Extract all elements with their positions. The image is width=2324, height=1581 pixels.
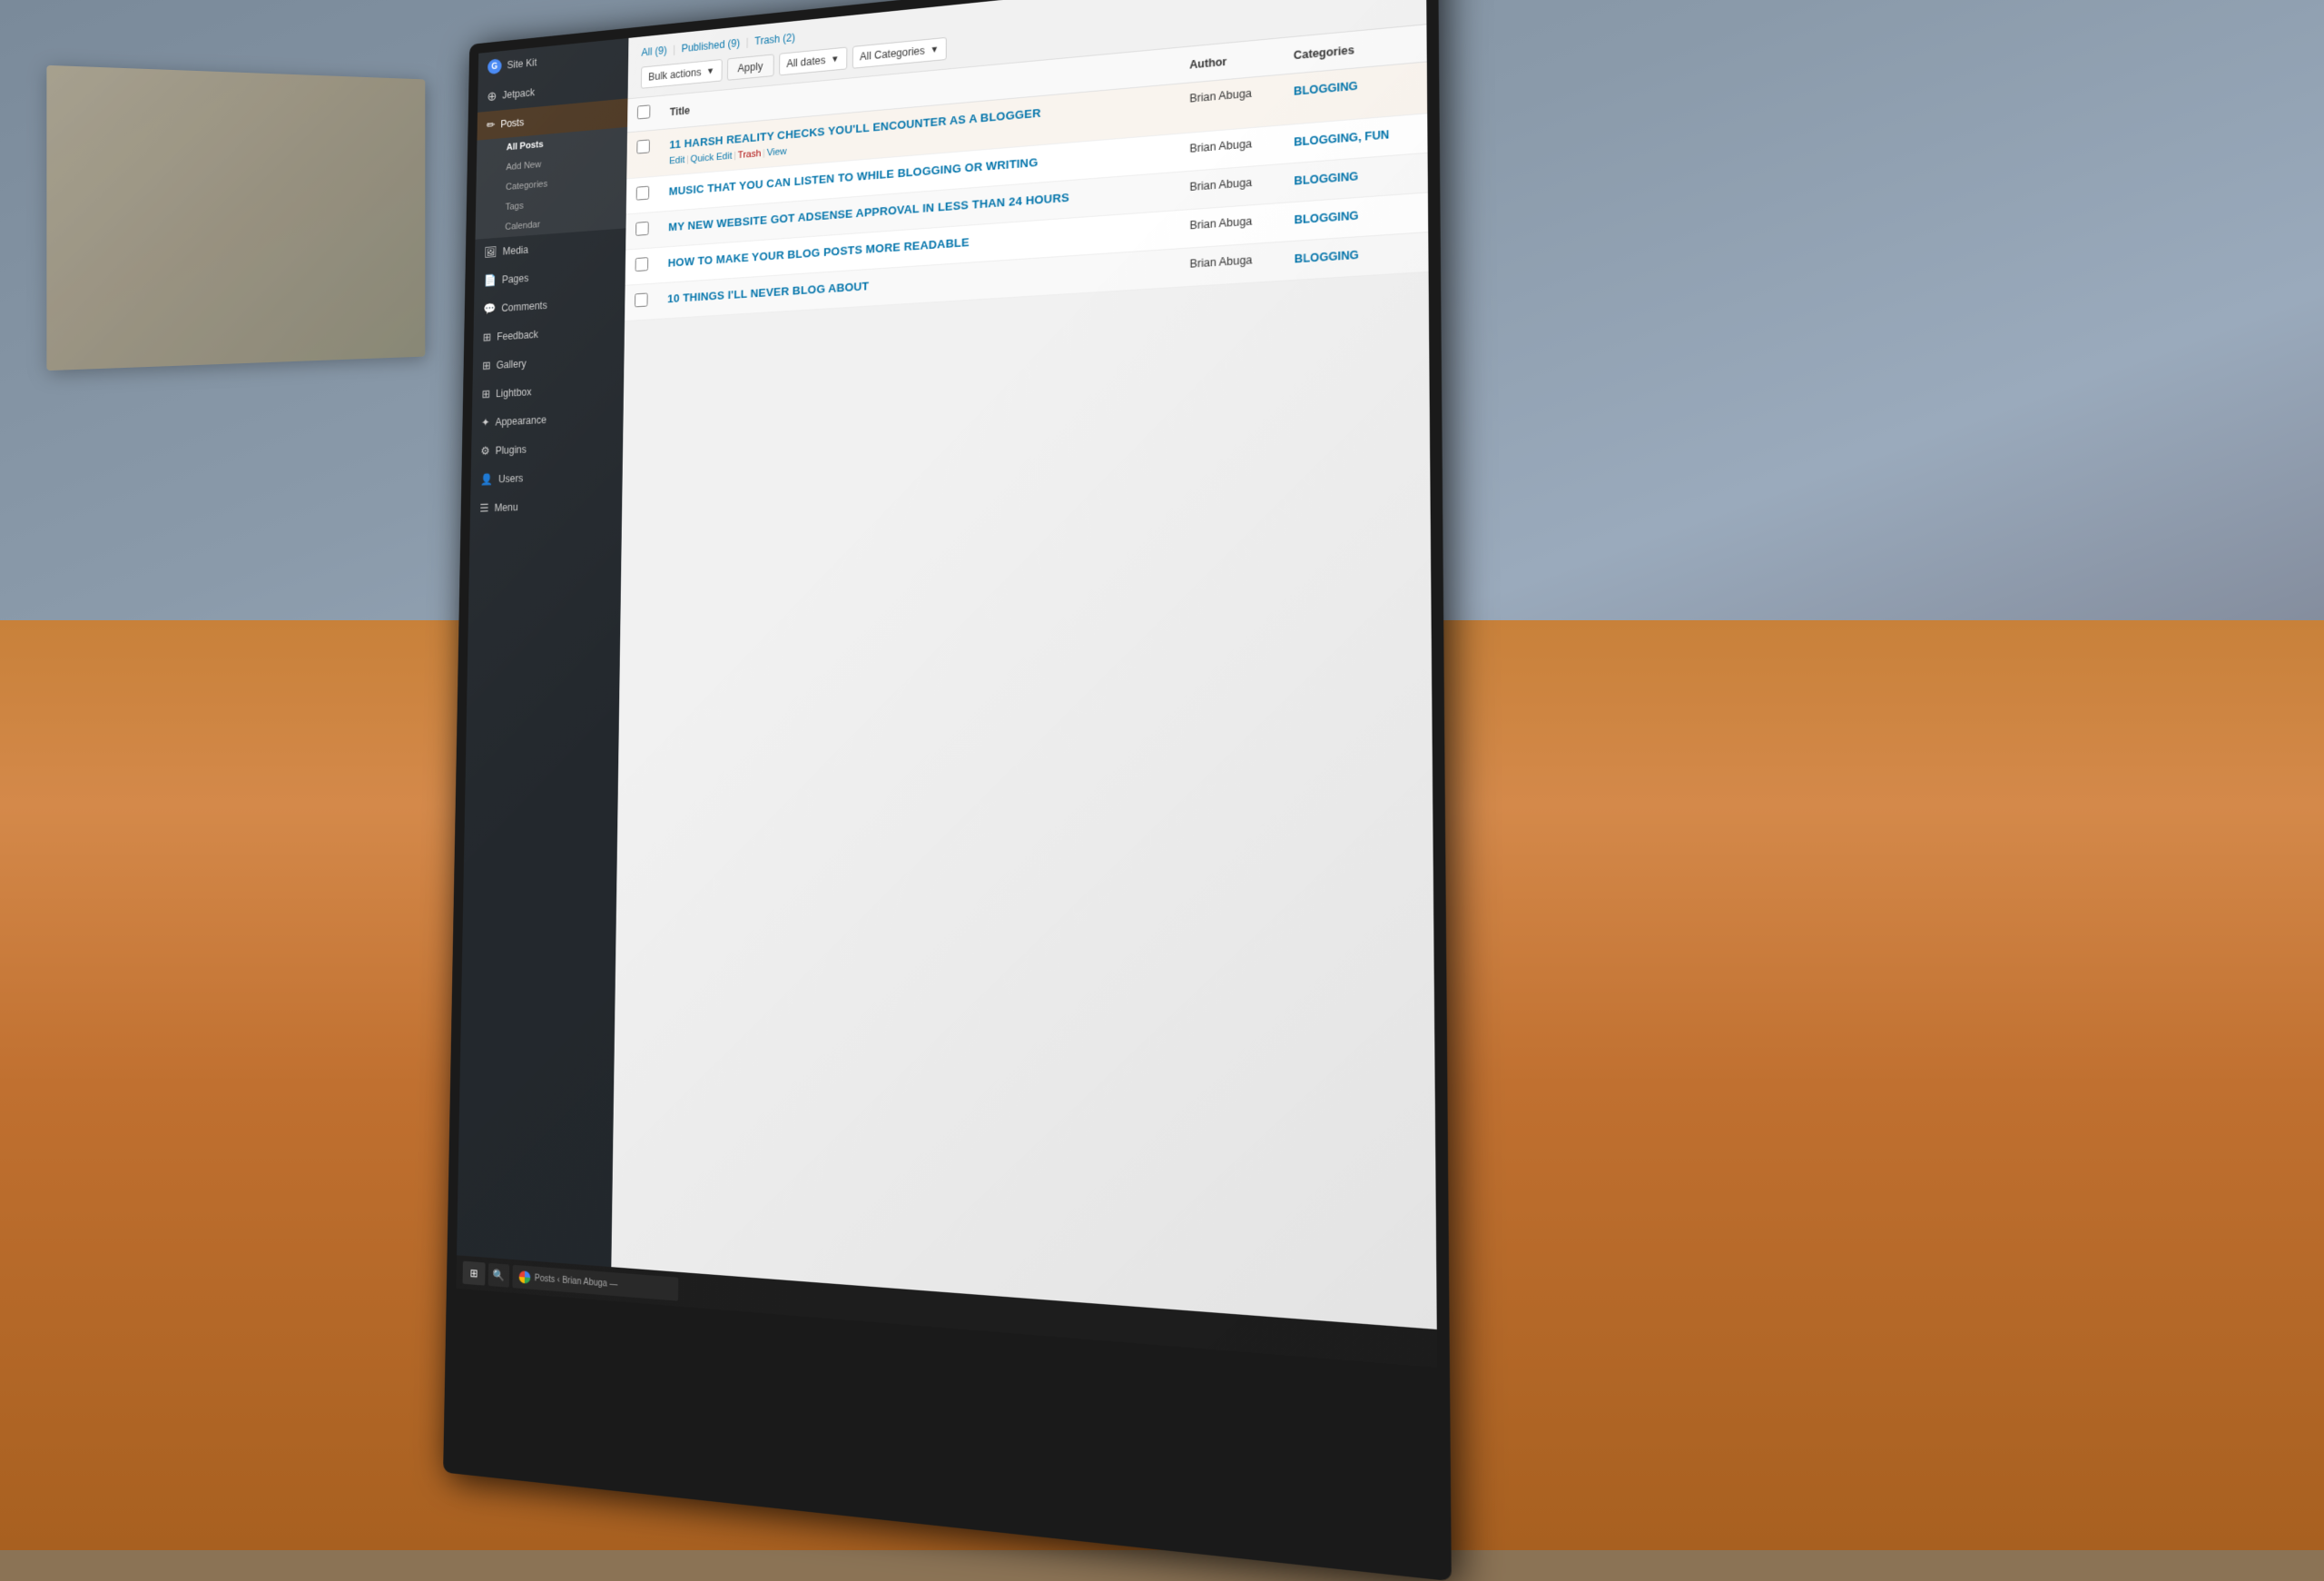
feedback-icon: ⊞ bbox=[483, 331, 492, 344]
all-posts-filter-link[interactable]: All (9) bbox=[641, 44, 669, 58]
comments-icon: 💬 bbox=[483, 301, 496, 316]
pages-icon: 📄 bbox=[484, 273, 497, 288]
sidebar-item-label: Comments bbox=[501, 300, 547, 314]
sidebar-item-label: Plugins bbox=[496, 443, 527, 456]
sidebar-item-label: Site Kit bbox=[507, 56, 537, 71]
filter-separator-2: | bbox=[746, 36, 749, 48]
chrome-icon bbox=[519, 1270, 531, 1284]
quick-edit-link-1[interactable]: Quick Edit bbox=[690, 151, 732, 164]
sitekit-icon: G bbox=[487, 58, 502, 74]
sidebar-item-label: Gallery bbox=[497, 358, 527, 371]
taskbar-chrome-btn[interactable]: Posts ‹ Brian Abuga — bbox=[512, 1265, 678, 1301]
published-filter-link[interactable]: Published (9) bbox=[682, 36, 743, 54]
menu-icon: ☰ bbox=[479, 501, 488, 515]
categories-chevron: ▼ bbox=[931, 44, 940, 55]
media-icon: 🖼 bbox=[484, 245, 497, 260]
start-button[interactable]: ⊞ bbox=[463, 1261, 486, 1286]
sidebar-item-label: Appearance bbox=[495, 414, 547, 429]
dates-select[interactable]: All dates ▼ bbox=[779, 47, 847, 76]
category-link-5[interactable]: BLOGGING bbox=[1295, 249, 1359, 266]
main-content: All (9) | Published (9) | Trash (2) bbox=[611, 0, 1436, 1329]
row-checkbox-3[interactable] bbox=[625, 212, 658, 250]
sidebar-item-label: Lightbox bbox=[496, 386, 532, 400]
author-cell-1: Brian Abuga bbox=[1178, 74, 1283, 133]
posts-icon: ✏ bbox=[487, 118, 496, 132]
lightbox-icon: ⊞ bbox=[482, 387, 491, 400]
sidebar-item-label: Menu bbox=[494, 501, 517, 514]
author-cell-5: Brian Abuga bbox=[1178, 242, 1283, 287]
sidebar-item-label: Feedback bbox=[497, 329, 538, 343]
view-link-1[interactable]: View bbox=[767, 146, 787, 158]
bulk-actions-select[interactable]: Bulk actions ▼ bbox=[641, 59, 722, 89]
sidebar-item-label: Posts bbox=[500, 116, 524, 130]
plugins-icon: ⚙ bbox=[480, 444, 489, 458]
category-link-2[interactable]: BLOGGING, FUN bbox=[1294, 128, 1389, 149]
jetpack-icon: ⊕ bbox=[487, 88, 497, 104]
monitor-frame: G Site Kit ⊕ Jetpack ✏ Posts All Posts bbox=[443, 0, 1452, 1581]
apply-button[interactable]: Apply bbox=[727, 54, 774, 80]
sidebar-item-menu[interactable]: ☰ Menu bbox=[470, 489, 623, 523]
category-link-4[interactable]: BLOGGING bbox=[1295, 209, 1359, 226]
sidebar-item-label: Pages bbox=[502, 272, 529, 286]
bulk-actions-label: Bulk actions bbox=[648, 66, 702, 84]
posts-submenu: All Posts Add New Categories Tags Calend… bbox=[475, 127, 627, 240]
row-checkbox-4[interactable] bbox=[625, 248, 658, 286]
select-all-checkbox[interactable] bbox=[637, 104, 651, 119]
category-link-1[interactable]: BLOGGING bbox=[1294, 79, 1358, 97]
checkbox-header[interactable] bbox=[627, 96, 660, 133]
taskbar-label: Posts ‹ Brian Abuga — bbox=[535, 1273, 618, 1290]
categories-label: All Categories bbox=[860, 44, 925, 63]
edit-link-1[interactable]: Edit bbox=[669, 155, 684, 167]
author-cell-4: Brian Abuga bbox=[1178, 203, 1283, 250]
categories-cell-5: BLOGGING bbox=[1283, 232, 1429, 282]
category-link-3[interactable]: BLOGGING bbox=[1294, 170, 1358, 188]
gallery-icon: ⊞ bbox=[482, 359, 491, 372]
row-checkbox-2[interactable] bbox=[626, 176, 659, 214]
trash-link-1[interactable]: Trash bbox=[738, 149, 762, 161]
row-checkbox-5[interactable] bbox=[625, 283, 658, 321]
appearance-icon: ✦ bbox=[481, 416, 490, 430]
sidebar-item-label: Users bbox=[498, 472, 523, 485]
sidebar-item-label: Jetpack bbox=[502, 86, 535, 101]
sidebar: G Site Kit ⊕ Jetpack ✏ Posts All Posts bbox=[457, 38, 628, 1267]
bulk-actions-chevron: ▼ bbox=[706, 66, 714, 76]
dates-label: All dates bbox=[786, 54, 825, 70]
sidebar-item-label: Media bbox=[503, 244, 529, 258]
desk-item-tray bbox=[46, 65, 425, 371]
taskbar-search[interactable]: 🔍 bbox=[488, 1263, 510, 1288]
dates-chevron: ▼ bbox=[831, 54, 839, 64]
trash-filter-link[interactable]: Trash (2) bbox=[754, 31, 795, 47]
row-checkbox-1[interactable] bbox=[626, 130, 660, 179]
filter-separator-1: | bbox=[673, 44, 675, 55]
users-icon: 👤 bbox=[480, 472, 493, 486]
screen: G Site Kit ⊕ Jetpack ✏ Posts All Posts bbox=[456, 0, 1437, 1368]
categories-select[interactable]: All Categories ▼ bbox=[852, 37, 947, 69]
